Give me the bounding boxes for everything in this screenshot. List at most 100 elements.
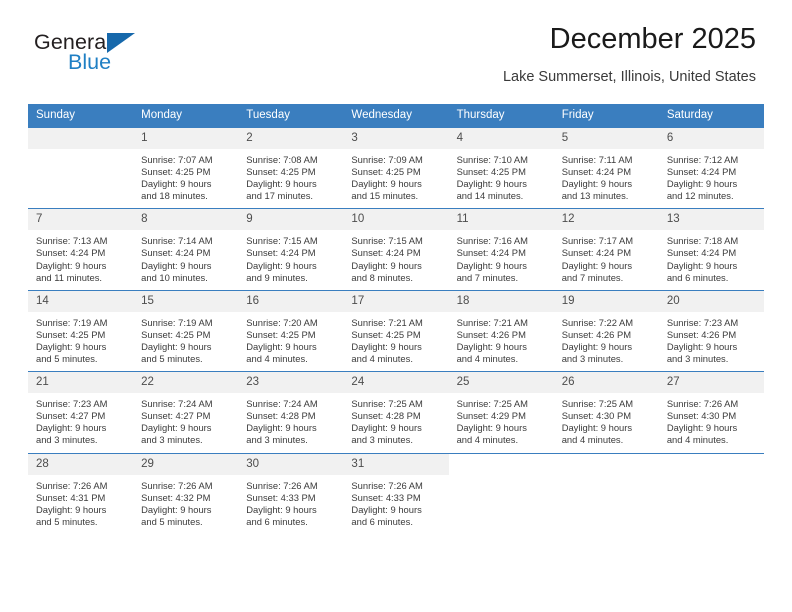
calendar-day-cell[interactable]: 28 Sunrise: 7:26 AM Sunset: 4:31 PM Dayligh… bbox=[28, 452, 134, 534]
day-number bbox=[28, 128, 134, 149]
calendar-day-cell[interactable]: 12 Sunrise: 7:17 AM Sunset: 4:24 PM Dayligh… bbox=[553, 208, 659, 291]
calendar-day-cell[interactable]: 6 Sunrise: 7:12 AM Sunset: 4:24 PM Daylight… bbox=[658, 128, 764, 209]
calendar-day-cell[interactable]: 22 Sunrise: 7:24 AM Sunset: 4:27 PM Dayligh… bbox=[133, 371, 239, 453]
daylight-text-line2: and 4 minutes. bbox=[456, 353, 519, 365]
sunset-text: Sunset: 4:27 PM bbox=[141, 410, 211, 422]
logo-triangle-icon bbox=[107, 33, 135, 53]
sunset-text: Sunset: 4:28 PM bbox=[351, 410, 421, 422]
day-details: Sunrise: 7:20 AM Sunset: 4:25 PM Daylight:… bbox=[238, 312, 343, 371]
calendar-day-cell[interactable]: 23 Sunrise: 7:24 AM Sunset: 4:28 PM Dayligh… bbox=[238, 371, 344, 453]
calendar-day-cell[interactable]: 26 Sunrise: 7:25 AM Sunset: 4:30 PM Dayligh… bbox=[553, 371, 659, 453]
calendar-day-cell[interactable]: 24 Sunrise: 7:25 AM Sunset: 4:28 PM Dayligh… bbox=[343, 371, 449, 453]
sunrise-text: Sunrise: 7:26 AM bbox=[351, 479, 423, 491]
day-number: 25 bbox=[448, 372, 554, 394]
calendar-day-cell[interactable]: 4 Sunrise: 7:10 AM Sunset: 4:25 PM Daylight… bbox=[448, 128, 554, 209]
day-number: 18 bbox=[448, 290, 554, 312]
calendar-day-cell[interactable]: 29 Sunrise: 7:26 AM Sunset: 4:32 PM Dayligh… bbox=[133, 452, 239, 534]
calendar-day-cell[interactable]: 1 Sunrise: 7:07 AM Sunset: 4:25 PM Daylight… bbox=[133, 128, 239, 209]
calendar-week-row: 28 Sunrise: 7:26 AM Sunset: 4:31 PM Dayligh… bbox=[28, 452, 764, 534]
day-details: Sunrise: 7:11 AM Sunset: 4:24 PM Daylight:… bbox=[554, 149, 659, 208]
sunset-text: Sunset: 4:24 PM bbox=[561, 247, 632, 259]
weekday-header-row: Sunday Monday Tuesday Wednesday Thursday… bbox=[28, 104, 764, 128]
daylight-text-line1: Daylight: 9 hours bbox=[141, 259, 212, 271]
sunrise-text: Sunrise: 7:11 AM bbox=[561, 154, 633, 165]
calendar-empty-cell bbox=[658, 452, 764, 534]
day-details: Sunrise: 7:22 AM Sunset: 4:26 PM Daylight:… bbox=[554, 312, 659, 371]
location-subtitle: Lake Summerset, Illinois, United States bbox=[502, 69, 756, 85]
calendar-day-cell[interactable]: 30 Sunrise: 7:26 AM Sunset: 4:33 PM Dayligh… bbox=[238, 452, 344, 534]
calendar-day-cell[interactable]: 16 Sunrise: 7:20 AM Sunset: 4:25 PM Dayligh… bbox=[238, 289, 344, 372]
sunset-text: Sunset: 4:30 PM bbox=[561, 410, 632, 422]
day-number: 26 bbox=[553, 372, 659, 394]
sunrise-text: Sunrise: 7:15 AM bbox=[246, 235, 318, 247]
general-blue-logo[interactable]: General Blue bbox=[34, 30, 244, 86]
daylight-text-line2: and 5 minutes. bbox=[141, 353, 203, 365]
title-block: December 2025 Lake Summerset, Illinois, … bbox=[503, 22, 756, 86]
sunrise-sunset-calendar: Sunday Monday Tuesday Wednesday Thursday… bbox=[28, 104, 764, 534]
sunset-text: Sunset: 4:26 PM bbox=[561, 328, 632, 340]
sunrise-text: Sunrise: 7:26 AM bbox=[666, 398, 739, 410]
day-number: 2 bbox=[238, 128, 344, 149]
calendar-day-cell[interactable]: 27 Sunrise: 7:26 AM Sunset: 4:30 PM Dayligh… bbox=[658, 371, 764, 453]
calendar-day-cell[interactable]: 14 Sunrise: 7:19 AM Sunset: 4:25 PM Dayligh… bbox=[28, 289, 134, 372]
daylight-text-line1: Daylight: 9 hours bbox=[351, 178, 422, 190]
sunset-text: Sunset: 4:31 PM bbox=[36, 491, 106, 503]
calendar-day-cell[interactable]: 9 Sunrise: 7:15 AM Sunset: 4:24 PM Daylight… bbox=[238, 208, 344, 291]
day-details: Sunrise: 7:07 AM Sunset: 4:25 PM Daylight:… bbox=[133, 149, 238, 208]
sunset-text: Sunset: 4:24 PM bbox=[456, 247, 526, 259]
calendar-day-cell[interactable]: 19 Sunrise: 7:22 AM Sunset: 4:26 PM Dayligh… bbox=[553, 289, 659, 372]
sunrise-text: Sunrise: 7:22 AM bbox=[561, 316, 634, 328]
day-number: 17 bbox=[343, 290, 449, 312]
calendar-day-cell[interactable]: 8 Sunrise: 7:14 AM Sunset: 4:24 PM Daylight… bbox=[133, 208, 239, 291]
daylight-text-line2: and 10 minutes. bbox=[141, 271, 208, 283]
weekday-header-tuesday: Tuesday bbox=[238, 104, 344, 128]
daylight-text-line2: and 12 minutes. bbox=[666, 190, 734, 202]
sunset-text: Sunset: 4:24 PM bbox=[36, 247, 106, 259]
page-title: December 2025 bbox=[549, 23, 756, 55]
daylight-text-line2: and 8 minutes. bbox=[351, 271, 413, 283]
day-number: 24 bbox=[343, 372, 449, 394]
calendar-day-cell[interactable]: 11 Sunrise: 7:16 AM Sunset: 4:24 PM Dayligh… bbox=[448, 208, 554, 291]
calendar-day-cell[interactable]: 13 Sunrise: 7:18 AM Sunset: 4:24 PM Dayligh… bbox=[658, 208, 764, 291]
daylight-text-line2: and 4 minutes. bbox=[246, 353, 308, 365]
day-details: Sunrise: 7:14 AM Sunset: 4:24 PM Daylight:… bbox=[133, 230, 238, 289]
calendar-day-cell[interactable]: 15 Sunrise: 7:19 AM Sunset: 4:25 PM Dayligh… bbox=[133, 289, 239, 372]
daylight-text-line1: Daylight: 9 hours bbox=[36, 503, 107, 515]
calendar-body: 1 Sunrise: 7:07 AM Sunset: 4:25 PM Daylight… bbox=[28, 128, 764, 534]
calendar-day-cell[interactable]: 5 Sunrise: 7:11 AM Sunset: 4:24 PM Daylight… bbox=[553, 128, 659, 209]
calendar-day-cell[interactable]: 21 Sunrise: 7:23 AM Sunset: 4:27 PM Dayligh… bbox=[28, 371, 134, 453]
daylight-text-line2: and 4 minutes. bbox=[351, 353, 413, 365]
calendar-day-cell[interactable]: 10 Sunrise: 7:15 AM Sunset: 4:24 PM Dayligh… bbox=[343, 208, 449, 291]
daylight-text-line2: and 3 minutes. bbox=[141, 434, 203, 446]
sunset-text: Sunset: 4:24 PM bbox=[246, 247, 316, 259]
sunset-text: Sunset: 4:25 PM bbox=[351, 328, 421, 340]
weekday-header-thursday: Thursday bbox=[448, 104, 554, 128]
calendar-day-cell[interactable]: 3 Sunrise: 7:09 AM Sunset: 4:25 PM Daylight… bbox=[343, 128, 449, 209]
sunrise-text: Sunrise: 7:19 AM bbox=[36, 316, 108, 328]
day-details: Sunrise: 7:23 AM Sunset: 4:26 PM Daylight:… bbox=[659, 312, 764, 371]
daylight-text-line1: Daylight: 9 hours bbox=[141, 340, 212, 352]
daylight-text-line1: Daylight: 9 hours bbox=[456, 178, 527, 190]
sunrise-text: Sunrise: 7:25 AM bbox=[456, 398, 528, 410]
sunset-text: Sunset: 4:28 PM bbox=[246, 410, 316, 422]
day-details: Sunrise: 7:24 AM Sunset: 4:28 PM Daylight:… bbox=[238, 393, 343, 452]
daylight-text-line1: Daylight: 9 hours bbox=[351, 503, 422, 515]
calendar-day-cell[interactable]: 7 Sunrise: 7:13 AM Sunset: 4:24 PM Daylight… bbox=[28, 208, 134, 291]
sunrise-text: Sunrise: 7:25 AM bbox=[561, 398, 634, 410]
daylight-text-line2: and 3 minutes. bbox=[36, 434, 98, 446]
calendar-day-cell[interactable]: 18 Sunrise: 7:21 AM Sunset: 4:26 PM Dayligh… bbox=[448, 289, 554, 372]
daylight-text-line1: Daylight: 9 hours bbox=[666, 259, 738, 271]
calendar-day-cell[interactable]: 2 Sunrise: 7:08 AM Sunset: 4:25 PM Daylight… bbox=[238, 128, 344, 209]
calendar-day-cell[interactable]: 25 Sunrise: 7:25 AM Sunset: 4:29 PM Dayligh… bbox=[448, 371, 554, 453]
sunset-text: Sunset: 4:30 PM bbox=[666, 410, 737, 422]
daylight-text-line1: Daylight: 9 hours bbox=[456, 340, 527, 352]
calendar-day-cell[interactable]: 20 Sunrise: 7:23 AM Sunset: 4:26 PM Dayligh… bbox=[658, 289, 764, 372]
sunrise-text: Sunrise: 7:09 AM bbox=[351, 154, 423, 165]
page-header: General Blue December 2025 Lake Summerse… bbox=[28, 0, 764, 104]
daylight-text-line1: Daylight: 9 hours bbox=[351, 340, 422, 352]
day-number: 7 bbox=[28, 209, 134, 231]
calendar-day-cell[interactable]: 17 Sunrise: 7:21 AM Sunset: 4:25 PM Dayligh… bbox=[343, 289, 449, 372]
calendar-day-cell[interactable]: 31 Sunrise: 7:26 AM Sunset: 4:33 PM Dayligh… bbox=[343, 452, 449, 534]
logo-text-blue: Blue bbox=[68, 50, 112, 74]
day-number: 11 bbox=[448, 209, 554, 231]
